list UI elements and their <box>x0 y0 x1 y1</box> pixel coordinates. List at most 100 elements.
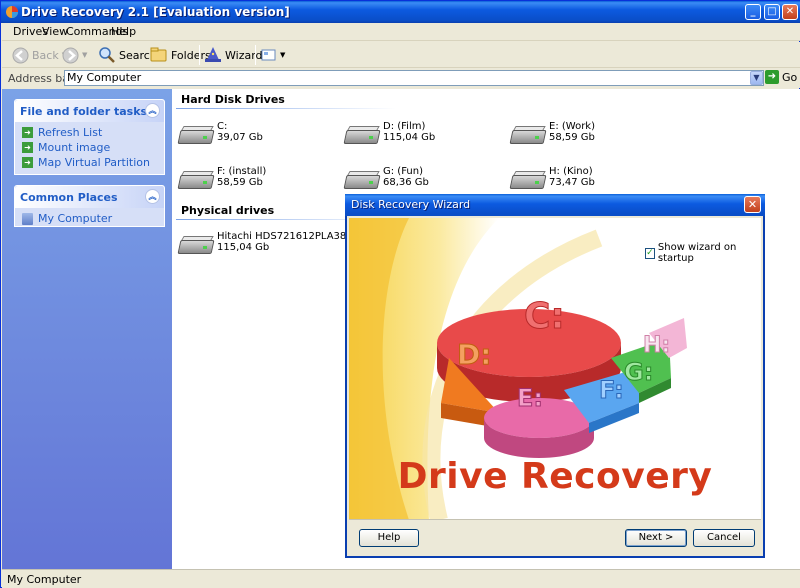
drive-item-g[interactable]: G: (Fun) 68,36 Gb <box>343 166 429 191</box>
drive-name: D: (Film) <box>383 121 426 132</box>
panel-title: Common Places <box>20 191 118 204</box>
wizard-hat-icon <box>205 47 221 62</box>
folders-icon <box>150 47 167 62</box>
task-label: Mount image <box>38 141 111 154</box>
drive-size: 73,47 Gb <box>549 177 595 188</box>
pie-label-e: E: <box>517 384 543 412</box>
maximize-button[interactable]: □ <box>764 4 780 20</box>
panel-title: File and folder tasks <box>20 105 148 118</box>
drive-name: Hitachi HDS721612PLA380 <box>217 231 353 242</box>
toolbar: Back ▼ ▼ Search Folders Wizard ▼ <box>2 42 800 68</box>
address-bar: Address bar: My Computer ▼ ➜ Go <box>2 68 800 88</box>
cancel-button[interactable]: Cancel <box>693 529 755 547</box>
drive-item-h[interactable]: H: (Kino) 73,47 Gb <box>509 166 595 191</box>
refresh-icon: ➜ <box>22 127 33 138</box>
hard-drive-icon <box>177 169 215 191</box>
window-title: Drive Recovery 2.1 [Evaluation version] <box>21 5 290 19</box>
task-pane: File and folder tasks ︽ ➜ Refresh List ➜… <box>2 89 172 569</box>
wizard-dialog: Disk Recovery Wizard ✕ C: D: E: F: G: H:… <box>345 194 765 558</box>
task-label: Map Virtual Partition <box>38 156 150 169</box>
hard-drive-icon <box>343 169 381 191</box>
views-icon <box>261 49 276 61</box>
dialog-title: Disk Recovery Wizard <box>351 198 471 211</box>
go-button[interactable]: ➜ Go <box>765 70 797 84</box>
minimize-button[interactable]: _ <box>745 4 761 20</box>
task-map-virtual-partition[interactable]: ➜ Map Virtual Partition <box>22 156 150 169</box>
dialog-close-button[interactable]: ✕ <box>744 196 761 213</box>
forward-button[interactable]: ▼ <box>62 46 87 64</box>
show-wizard-checkbox[interactable]: ✓ Show wizard on startup <box>645 242 761 264</box>
views-button[interactable]: ▼ <box>261 46 285 64</box>
dialog-title-bar[interactable]: Disk Recovery Wizard ✕ <box>345 194 765 216</box>
wizard-banner: C: D: E: F: G: H: ✓ Show wizard on start… <box>349 218 761 520</box>
dialog-footer: Help Next > Cancel <box>349 521 761 556</box>
views-dropdown-icon: ▼ <box>280 51 286 59</box>
hard-drive-icon <box>343 124 381 146</box>
back-button[interactable]: Back ▼ <box>12 46 67 64</box>
drive-item-f[interactable]: F: (install) 58,59 Gb <box>177 166 267 191</box>
folders-button[interactable]: Folders <box>150 46 211 64</box>
pie-label-d: D: <box>457 338 491 371</box>
drive-size: 39,07 Gb <box>217 132 263 143</box>
collapse-chevron-icon[interactable]: ︽ <box>145 103 160 118</box>
status-text: My Computer <box>7 573 82 586</box>
minimize-icon: _ <box>750 6 756 17</box>
app-icon <box>6 6 18 18</box>
pie-label-g: G: <box>624 358 653 386</box>
panel-header[interactable]: File and folder tasks ︽ <box>15 100 164 122</box>
wizard-label: Wizard <box>225 48 263 62</box>
address-input[interactable]: My Computer <box>64 70 764 86</box>
drive-size: 58,59 Gb <box>217 177 263 188</box>
status-bar: My Computer <box>2 569 800 588</box>
close-button[interactable]: ✕ <box>782 4 798 20</box>
close-icon: ✕ <box>747 198 758 211</box>
collapse-chevron-icon[interactable]: ︽ <box>145 189 160 204</box>
next-button[interactable]: Next > <box>625 529 687 547</box>
drive-name: E: (Work) <box>549 121 595 132</box>
place-my-computer[interactable]: My Computer <box>22 212 112 225</box>
address-value: My Computer <box>67 71 142 84</box>
map-icon: ➜ <box>22 157 33 168</box>
back-label: Back <box>32 48 59 62</box>
physical-drive-item[interactable]: Hitachi HDS721612PLA380 115,04 Gb <box>177 231 353 256</box>
mount-icon: ➜ <box>22 142 33 153</box>
menu-bar: Drives View Commands Help <box>2 23 800 41</box>
drive-recovery-logo: Drive Recovery <box>397 456 713 497</box>
checkbox-label: Show wizard on startup <box>657 242 737 264</box>
search-icon <box>99 47 115 63</box>
pie-label-h: H: <box>643 333 670 358</box>
drive-name: G: (Fun) <box>383 166 423 177</box>
drive-size: 115,04 Gb <box>217 242 270 253</box>
drive-name: F: (install) <box>217 166 267 177</box>
pie-label-f: F: <box>599 376 624 404</box>
forward-arrow-icon <box>62 47 79 63</box>
drive-item-d[interactable]: D: (Film) 115,04 Gb <box>343 121 436 146</box>
go-label: Go <box>782 70 798 84</box>
menu-help[interactable]: Help <box>111 25 136 38</box>
task-refresh-list[interactable]: ➜ Refresh List <box>22 126 102 139</box>
drive-name: H: (Kino) <box>549 166 593 177</box>
panel-header[interactable]: Common Places ︽ <box>15 186 164 208</box>
go-arrow-icon: ➜ <box>765 70 779 84</box>
menu-view[interactable]: View <box>42 25 68 38</box>
computer-icon <box>22 212 33 225</box>
hard-drive-icon <box>177 234 215 256</box>
drive-item-c[interactable]: C: 39,07 Gb <box>177 121 263 146</box>
maximize-icon: □ <box>767 6 777 17</box>
search-button[interactable]: Search <box>98 46 157 64</box>
checkmark-icon: ✓ <box>645 247 655 259</box>
task-mount-image[interactable]: ➜ Mount image <box>22 141 110 154</box>
address-dropdown-button[interactable]: ▼ <box>750 71 763 85</box>
wizard-button[interactable]: Wizard <box>204 46 263 64</box>
section-hard-disks-title: Hard Disk Drives <box>181 93 285 106</box>
help-button[interactable]: Help <box>359 529 419 547</box>
section-physical-title: Physical drives <box>181 204 275 217</box>
task-label: Refresh List <box>38 126 103 139</box>
forward-dropdown-icon: ▼ <box>82 51 88 59</box>
title-bar[interactable]: Drive Recovery 2.1 [Evaluation version] … <box>1 1 800 23</box>
drive-item-e[interactable]: E: (Work) 58,59 Gb <box>509 121 595 146</box>
common-places-panel: Common Places ︽ My Computer <box>14 185 165 227</box>
back-arrow-icon <box>12 47 29 63</box>
hard-drive-icon <box>509 169 547 191</box>
drive-size: 115,04 Gb <box>383 132 436 143</box>
